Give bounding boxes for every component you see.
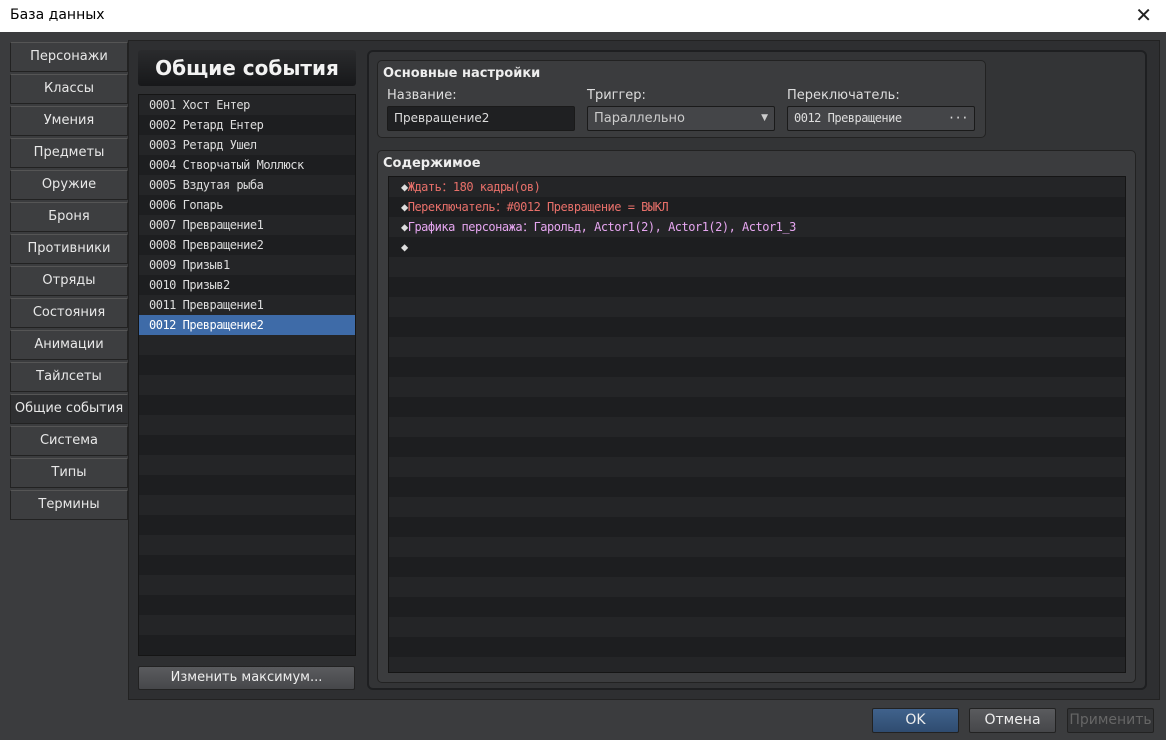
general-settings-group: Основные настройки Название: Превращение… (377, 60, 986, 138)
switch-value: 0012 Превращение (794, 111, 902, 125)
diamond-icon: ◆ (401, 220, 408, 234)
command-row[interactable]: ◆Графика персонажа：Гарольд, Actor1(2), A… (401, 217, 1125, 237)
sidebar-tab[interactable]: Броня (10, 202, 128, 232)
sidebar-tab[interactable]: Система (10, 426, 128, 456)
list-item[interactable]: 0007 Превращение1 (139, 215, 355, 235)
command-row[interactable]: ◆Переключатель：#0012 Превращение = ВЫКЛ (401, 197, 1125, 217)
close-icon[interactable]: ✕ (1135, 3, 1152, 27)
command-name: Графика персонажа (407, 220, 523, 234)
command-row[interactable]: ◆ (401, 237, 1125, 257)
sidebar: Персонажи Классы Умения Предметы Оружие Броня… (10, 42, 128, 522)
switch-field[interactable]: 0012 Превращение ··· (787, 106, 975, 131)
name-label: Название: (387, 88, 457, 103)
sidebar-tab[interactable]: Классы (10, 74, 128, 104)
list-item[interactable]: 0011 Превращение1 (139, 295, 355, 315)
list-header: Общие события (138, 50, 356, 86)
command-args: Гарольд, Actor1(2), Actor1(2), Actor1_3 (533, 220, 797, 234)
sidebar-tab[interactable]: Типы (10, 458, 128, 488)
sidebar-tab[interactable]: Общие события (10, 394, 128, 424)
list-item[interactable]: 0012 Превращение2 (139, 315, 355, 335)
contents-group: Содержимое ◆Ждать：180 кадры(ов) ◆Переключ… (377, 150, 1136, 683)
command-list[interactable]: ◆Ждать：180 кадры(ов) ◆Переключатель：#0012… (388, 176, 1126, 673)
command-args: #0012 Превращение = ВЫКЛ (506, 200, 669, 214)
list-item[interactable]: 0002 Ретард Ентер (139, 115, 355, 135)
list-item[interactable]: 0008 Превращение2 (139, 235, 355, 255)
command-separator: ： (441, 180, 453, 194)
command-separator: ： (522, 220, 534, 234)
event-list[interactable]: 0001 Хост Ентер 0002 Ретард Ентер 0003 Рет… (138, 94, 356, 656)
command-args: 180 кадры(ов) (452, 180, 541, 194)
sidebar-tab[interactable]: Анимации (10, 330, 128, 360)
title-bar: База данных (0, 0, 1166, 32)
sidebar-tab[interactable]: Отряды (10, 266, 128, 296)
change-max-button[interactable]: Изменить максимум... (138, 666, 355, 690)
cancel-button[interactable]: Отмена (969, 708, 1056, 733)
command-separator: ： (495, 200, 507, 214)
list-item[interactable]: 0001 Хост Ентер (139, 95, 355, 115)
list-item[interactable]: 0010 Призыв2 (139, 275, 355, 295)
sidebar-tab[interactable]: Тайлсеты (10, 362, 128, 392)
sidebar-tab[interactable]: Термины (10, 490, 128, 520)
sidebar-tab[interactable]: Предметы (10, 138, 128, 168)
window-title: База данных (10, 7, 105, 23)
command-name: Ждать (407, 180, 442, 194)
diamond-icon: ◆ (401, 180, 408, 194)
list-item[interactable]: 0006 Гопарь (139, 195, 355, 215)
sidebar-tab[interactable]: Умения (10, 106, 128, 136)
sidebar-tab[interactable]: Противники (10, 234, 128, 264)
sidebar-tab[interactable]: Персонажи (10, 42, 128, 72)
command-name: Переключатель (407, 200, 496, 214)
settings-title: Основные настройки (383, 66, 541, 81)
diamond-icon: ◆ (401, 200, 408, 214)
contents-title: Содержимое (383, 156, 481, 171)
switch-label: Переключатель: (787, 88, 900, 103)
list-item[interactable]: 0005 Вздутая рыба (139, 175, 355, 195)
trigger-value: Параллельно (594, 111, 685, 126)
trigger-select[interactable]: Параллельно ▼ (587, 106, 775, 131)
list-item[interactable]: 0004 Створчатый Моллюск (139, 155, 355, 175)
command-row[interactable]: ◆Ждать：180 кадры(ов) (401, 177, 1125, 197)
trigger-label: Триггер: (587, 88, 646, 103)
name-input[interactable]: Превращение2 (387, 106, 575, 131)
diamond-icon: ◆ (401, 240, 408, 254)
ellipsis-button[interactable]: ··· (948, 107, 969, 130)
ok-button[interactable]: OK (872, 708, 959, 733)
sidebar-tab[interactable]: Состояния (10, 298, 128, 328)
apply-button[interactable]: Применить (1067, 708, 1154, 733)
list-item[interactable]: 0003 Ретард Ушел (139, 135, 355, 155)
chevron-down-icon: ▼ (761, 113, 768, 123)
list-item[interactable]: 0009 Призыв1 (139, 255, 355, 275)
sidebar-tab[interactable]: Оружие (10, 170, 128, 200)
